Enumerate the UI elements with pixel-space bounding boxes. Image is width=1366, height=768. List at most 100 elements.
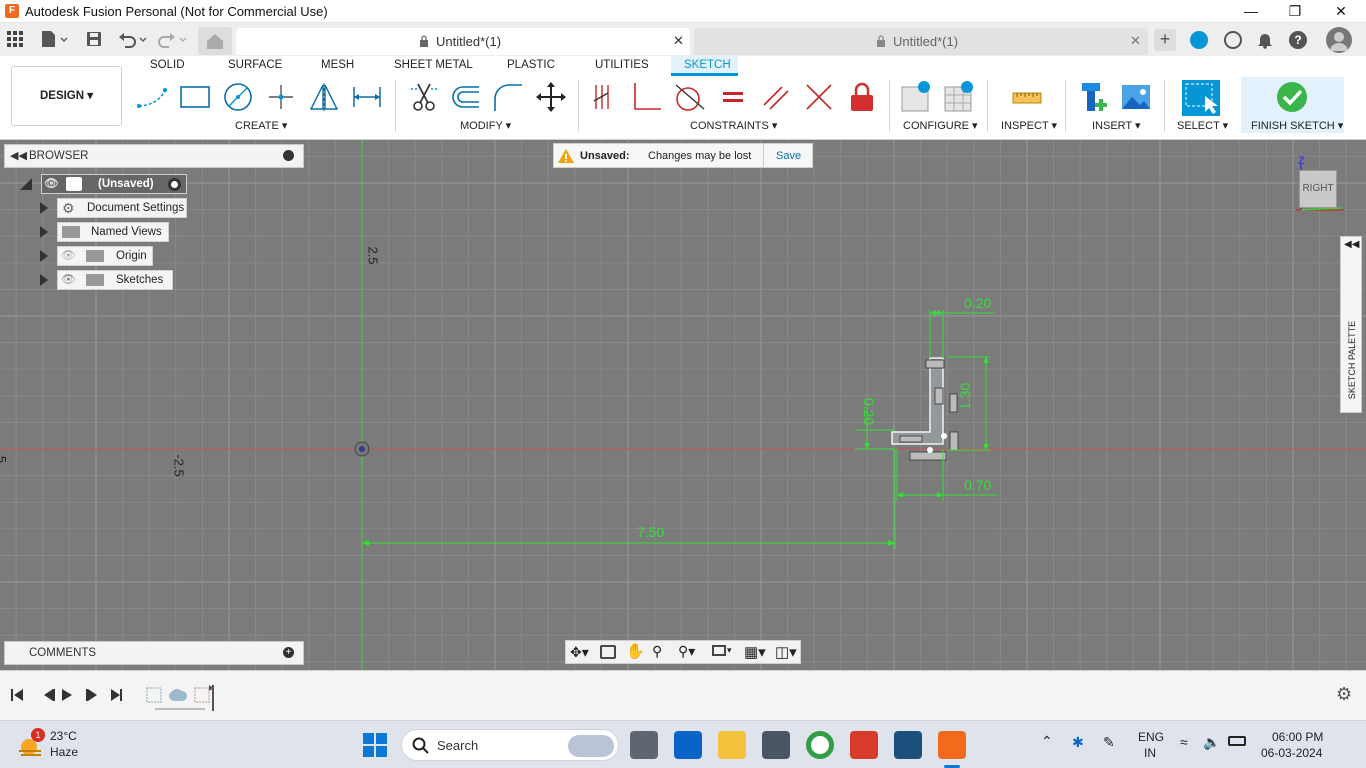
browser-item-document-settings[interactable]: ⚙ Document Settings <box>57 198 187 218</box>
clock-time[interactable]: 06:00 PM <box>1272 730 1323 744</box>
tab-utilities[interactable]: UTILITIES <box>595 59 649 71</box>
home-icon[interactable] <box>198 27 232 55</box>
tab-surface[interactable]: SURFACE <box>228 59 282 71</box>
task-view-icon[interactable] <box>630 731 658 759</box>
expand-named-views-icon[interactable] <box>40 226 48 238</box>
tab-mesh[interactable]: MESH <box>321 59 354 71</box>
save-link[interactable]: Save <box>776 150 801 162</box>
trim-scissors-icon[interactable] <box>408 81 440 113</box>
step-back-button[interactable] <box>34 685 48 705</box>
save-icon[interactable] <box>86 31 102 47</box>
file-explorer-icon[interactable] <box>718 731 746 759</box>
constraints-menu[interactable]: CONSTRAINTS ▾ <box>690 119 777 132</box>
orbit-icon[interactable]: ✥▾ <box>570 644 589 661</box>
create-menu[interactable]: CREATE ▾ <box>235 119 287 132</box>
configure-table-icon[interactable] <box>943 81 975 113</box>
tab-untitled-active[interactable]: Untitled*(1) ✕ <box>236 28 690 55</box>
point-icon[interactable] <box>265 81 297 113</box>
offset-icon[interactable] <box>449 81 481 113</box>
insert-mcmaster-icon[interactable] <box>1079 81 1111 113</box>
display-settings-caret[interactable]: ▾ <box>727 645 732 656</box>
perpendicular-icon[interactable] <box>631 81 663 113</box>
pan-hand-icon[interactable]: ✋ <box>626 642 645 660</box>
remote-app-icon[interactable] <box>894 731 922 759</box>
browser-item-named-views[interactable]: Named Views <box>57 222 169 242</box>
tangent-icon[interactable] <box>674 81 706 113</box>
move-copy-icon[interactable] <box>535 81 567 113</box>
insert-menu[interactable]: INSERT ▾ <box>1092 119 1141 132</box>
expand-document-settings-icon[interactable] <box>40 202 48 214</box>
viewports-icon[interactable]: ◫▾ <box>775 643 797 661</box>
dim-left-height[interactable]: 0.20 <box>861 398 877 425</box>
sketch-palette-tab[interactable]: ◀◀ SKETCH PALETTE <box>1340 236 1362 413</box>
dim-bottom-width[interactable]: 0.70 <box>964 477 991 493</box>
restore-button[interactable]: ❐ <box>1272 0 1318 23</box>
viewport-canvas[interactable]: 2.5 -2.5 5 0.20 1.30 0.20 0. <box>0 140 1366 670</box>
step-forward-button[interactable] <box>84 685 98 705</box>
close-tab-icon[interactable]: ✕ <box>673 33 684 49</box>
language-indicator[interactable]: ENG <box>1138 730 1164 744</box>
configure-parameters-icon[interactable] <box>900 81 932 113</box>
expand-sketches-icon[interactable] <box>40 274 48 286</box>
coincident-icon[interactable] <box>588 81 620 113</box>
fillet-icon[interactable] <box>492 81 524 113</box>
region-indicator[interactable]: IN <box>1144 746 1156 760</box>
dim-offset[interactable]: 7.50 <box>637 524 664 540</box>
measure-ruler-icon[interactable] <box>1011 81 1043 113</box>
todoist-icon[interactable] <box>850 731 878 759</box>
visibility-eye-icon[interactable]: 👁 <box>44 175 59 193</box>
view-cube-face-right[interactable]: RIGHT <box>1299 170 1337 208</box>
sketch-dimension-icon[interactable] <box>351 81 383 113</box>
tab-untitled-inactive[interactable]: Untitled*(1) ✕ <box>694 28 1148 55</box>
tab-sheet-metal[interactable]: SHEET METAL <box>394 59 473 71</box>
redo-icon[interactable] <box>158 30 188 48</box>
select-menu[interactable]: SELECT ▾ <box>1177 119 1228 132</box>
wifi-icon[interactable]: ≈ <box>1180 734 1188 750</box>
user-avatar[interactable] <box>1326 27 1352 53</box>
circle-icon[interactable] <box>222 81 254 113</box>
volume-icon[interactable]: 🔈 <box>1203 734 1220 751</box>
job-status-icon[interactable] <box>1224 31 1242 49</box>
undo-icon[interactable] <box>118 30 148 48</box>
tab-plastic[interactable]: PLASTIC <box>507 59 555 71</box>
outlook-icon[interactable] <box>674 731 702 759</box>
tab-sketch[interactable]: SKETCH <box>671 56 738 76</box>
windows-start-icon[interactable] <box>363 733 388 758</box>
chrome-icon[interactable] <box>806 731 834 759</box>
equal-icon[interactable] <box>717 81 749 113</box>
collinear-icon[interactable] <box>803 81 835 113</box>
select-icon[interactable] <box>1182 80 1220 116</box>
hidden-eye-icon[interactable]: 👁 <box>61 247 76 265</box>
help-icon[interactable]: ? <box>1289 31 1307 49</box>
view-cube[interactable]: Z RIGHT <box>1290 155 1350 215</box>
battery-icon[interactable] <box>1228 736 1246 746</box>
timeline-features[interactable] <box>145 683 220 713</box>
finish-sketch-button[interactable]: FINISH SKETCH ▾ <box>1241 77 1344 133</box>
weather-widget[interactable]: 1 <box>15 728 45 759</box>
insert-canvas-image-icon[interactable] <box>1120 81 1152 113</box>
modify-menu[interactable]: MODIFY ▾ <box>460 119 511 132</box>
zoom-icon[interactable]: ⚲ <box>652 643 662 660</box>
play-button[interactable] <box>60 685 74 705</box>
fit-zoom-icon[interactable]: ⚲▾ <box>678 643 695 660</box>
pen-menu-icon[interactable]: ✎ <box>1103 734 1115 751</box>
inspect-menu[interactable]: INSPECT ▾ <box>1001 119 1057 132</box>
browser-pin-icon[interactable] <box>283 150 294 161</box>
bluetooth-icon[interactable]: ✱ <box>1072 734 1084 751</box>
activate-radio-icon[interactable] <box>168 178 181 191</box>
add-comment-icon[interactable]: + <box>283 647 294 658</box>
tree-collapse-icon[interactable] <box>20 178 32 190</box>
look-at-icon[interactable] <box>600 645 616 659</box>
dim-height[interactable]: 1.30 <box>957 383 973 410</box>
clock-date[interactable]: 06-03-2024 <box>1261 746 1322 760</box>
extensions-icon[interactable] <box>1190 31 1208 49</box>
mirror-icon[interactable] <box>308 81 340 113</box>
visibility-eye-icon[interactable]: 👁 <box>61 271 76 289</box>
configure-menu[interactable]: CONFIGURE ▾ <box>903 119 978 132</box>
close-window-button[interactable]: ✕ <box>1318 0 1364 23</box>
fusion-taskbar-icon[interactable] <box>938 731 966 759</box>
tab-solid[interactable]: SOLID <box>150 59 185 71</box>
taskbar-search[interactable]: Search <box>401 729 619 761</box>
workspace-switcher[interactable]: DESIGN ▾ <box>11 66 122 126</box>
fix-lock-icon[interactable] <box>846 81 878 113</box>
